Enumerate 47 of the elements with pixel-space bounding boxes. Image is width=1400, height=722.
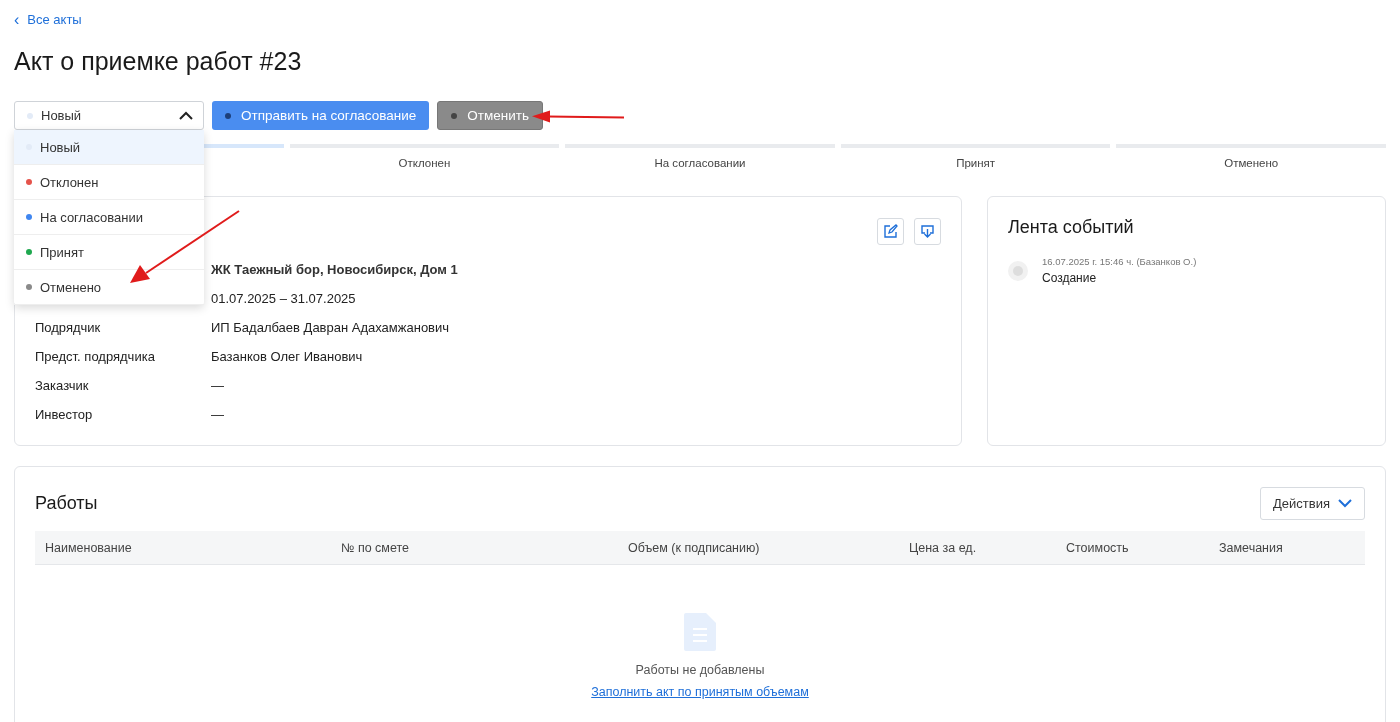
field-value: ИП Бадалбаев Давран Адахамжанович bbox=[211, 320, 451, 335]
column-header: Наименование bbox=[44, 540, 133, 555]
column-header: № по смете bbox=[340, 540, 410, 555]
page-title: Акт о приемке работ #23 bbox=[14, 47, 303, 76]
field-value: 01.07.2025 – 31.07.2025 bbox=[211, 291, 357, 306]
status-option-label: Отменено bbox=[40, 279, 102, 295]
empty-message: Работы не добавлены bbox=[635, 663, 765, 677]
field-value: ЖК Таежный бор, Новосибирск, Дом 1 bbox=[211, 262, 459, 277]
step-label: Отклонен bbox=[398, 157, 451, 171]
works-title: Работы bbox=[35, 493, 98, 514]
status-option-label: Отклонен bbox=[40, 174, 99, 190]
step-label: Отменено bbox=[1224, 157, 1279, 171]
column-header: Замечания bbox=[1218, 540, 1284, 555]
back-link[interactable]: ‹ Все акты bbox=[14, 12, 82, 27]
status-option-label: На согласовании bbox=[40, 209, 143, 225]
timeline-dot-icon bbox=[1008, 260, 1028, 281]
status-option-label: Новый bbox=[40, 139, 81, 155]
event-text: Создание bbox=[1042, 271, 1098, 285]
column-header: Стоимость bbox=[1065, 540, 1130, 555]
actions-button[interactable]: Действия bbox=[1260, 487, 1365, 520]
field-value: Базанков Олег Иванович bbox=[211, 349, 364, 364]
status-option-label: Принят bbox=[40, 244, 84, 260]
step-label: Принят bbox=[956, 157, 996, 171]
edit-icon bbox=[883, 224, 898, 239]
edit-button[interactable] bbox=[877, 218, 904, 245]
back-link-label[interactable]: Все акты bbox=[27, 12, 82, 27]
column-header: Объем (к подписанию) bbox=[627, 540, 761, 555]
document-icon bbox=[684, 613, 716, 651]
field-label: Инвестор bbox=[35, 407, 94, 422]
chevron-left-icon: ‹ bbox=[14, 12, 20, 27]
fill-act-link[interactable]: Заполнить акт по принятым объемам bbox=[591, 685, 809, 699]
download-button[interactable] bbox=[914, 218, 941, 245]
status-option[interactable]: Новый bbox=[14, 130, 204, 165]
status-option[interactable]: Отклонен bbox=[14, 165, 204, 200]
events-title: Лента событий bbox=[1008, 217, 1135, 238]
step-label: На согласовании bbox=[654, 157, 746, 171]
event-meta: 16.07.2025 г. 15:46 ч. (Базанков О.) bbox=[1042, 256, 1197, 267]
field-label: Предст. подрядчика bbox=[35, 349, 156, 364]
download-icon bbox=[920, 224, 935, 239]
field-label: Заказчик bbox=[35, 378, 90, 393]
status-dropdown[interactable]: Новый bbox=[14, 101, 204, 130]
chevron-up-icon bbox=[179, 111, 193, 120]
chevron-down-icon bbox=[1338, 499, 1352, 508]
field-value: — bbox=[211, 378, 225, 393]
column-header: Цена за ед. bbox=[908, 540, 978, 555]
field-value: — bbox=[211, 407, 225, 422]
field-label: Подрядчик bbox=[35, 320, 102, 335]
